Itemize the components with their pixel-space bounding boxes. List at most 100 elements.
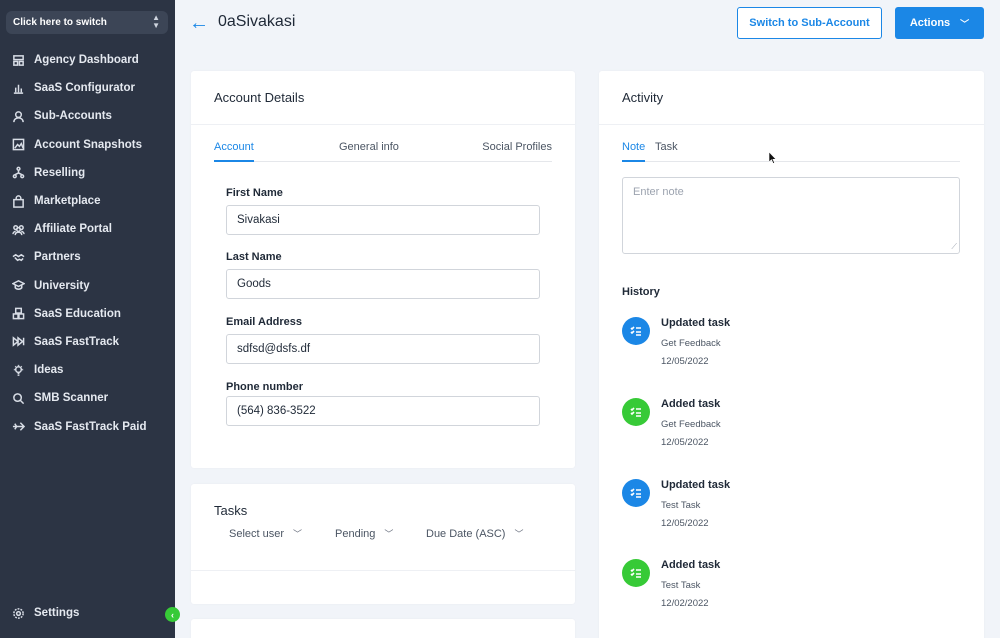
switcher-label: Click here to switch — [13, 17, 107, 28]
network-icon — [11, 165, 26, 180]
chevron-down-icon: ﹀ — [384, 529, 394, 539]
users-icon — [11, 222, 26, 237]
history-item: Added task Get Feedback 12/05/2022 — [622, 398, 922, 458]
activity-tabs: Note Task — [622, 141, 960, 162]
task-list-icon — [622, 398, 650, 426]
image-icon — [11, 137, 26, 152]
task-list-icon — [622, 479, 650, 507]
history-title: Updated task — [661, 479, 731, 491]
tab-task[interactable]: Task — [655, 141, 678, 162]
sidebar-item-account-snapshots[interactable]: Account Snapshots — [0, 131, 175, 159]
history-title: Updated task — [661, 317, 731, 329]
select-user-dropdown[interactable]: Select user ﹀ — [229, 527, 302, 540]
phone-field[interactable]: (564) 836-3522 — [226, 396, 540, 426]
resize-handle-icon[interactable]: ⟋ — [951, 242, 957, 252]
history-subtitle: Get Feedback — [661, 338, 721, 349]
sidebar-item-settings[interactable]: Settings — [0, 599, 175, 627]
history-item: Updated task Get Feedback 12/05/2022 — [622, 317, 922, 377]
chevron-down-icon: ﹀ — [960, 18, 970, 29]
sort-dropdown[interactable]: Due Date (ASC) ﹀ — [426, 527, 524, 540]
task-list-icon — [622, 559, 650, 587]
bag-icon — [11, 194, 26, 209]
activity-title: Activity — [599, 71, 984, 125]
sidebar-item-label: SaaS FastTrack — [34, 335, 120, 348]
history-item: Updated task Test Task 12/05/2022 — [622, 479, 922, 539]
chevron-left-icon: ‹ — [171, 609, 174, 620]
tasks-card: Tasks Select user ﹀ Pending ﹀ Due Date (… — [191, 484, 575, 604]
sidebar-item-agency-dashboard[interactable]: Agency Dashboard — [0, 46, 175, 74]
history-date: 12/05/2022 — [661, 518, 709, 529]
history-title: Added task — [661, 559, 721, 571]
sidebar-item-sub-accounts[interactable]: Sub-Accounts — [0, 102, 175, 130]
filter-label: Select user — [229, 527, 285, 540]
graduation-cap-icon — [11, 278, 26, 293]
sidebar-item-saas-fasttrack-paid[interactable]: SaaS FastTrack Paid — [0, 412, 175, 440]
actions-label: Actions — [909, 17, 951, 29]
account-details-card: Account Details Account General info Soc… — [191, 71, 575, 468]
email-field[interactable]: sdfsd@dsfs.df — [226, 334, 540, 364]
filter-label: Due Date (ASC) — [426, 527, 506, 540]
sidebar-item-label: Affiliate Portal — [34, 223, 112, 236]
sidebar-item-saas-fasttrack[interactable]: SaaS FastTrack — [0, 328, 175, 356]
gear-icon — [11, 606, 26, 621]
sidebar-item-label: Partners — [34, 251, 81, 264]
search-icon — [11, 391, 26, 406]
chevron-down-icon: ﹀ — [293, 529, 303, 539]
settings-section: Settings — [0, 599, 175, 627]
last-name-label: Last Name — [226, 251, 282, 263]
next-card — [191, 619, 575, 638]
sidebar-item-label: University — [34, 279, 90, 292]
history-title: Added task — [661, 398, 721, 410]
cubes-icon — [11, 306, 26, 321]
plane-icon — [11, 419, 26, 434]
first-name-label: First Name — [226, 187, 283, 199]
account-switcher[interactable]: Click here to switch ▲ ▼ — [6, 11, 168, 34]
switch-to-sub-account-button[interactable]: Switch to Sub-Account — [737, 7, 882, 39]
email-label: Email Address — [226, 316, 303, 328]
handshake-icon — [11, 250, 26, 265]
status-dropdown[interactable]: Pending ﹀ — [335, 527, 393, 540]
tasks-title: Tasks — [214, 503, 248, 518]
sidebar-item-smb-scanner[interactable]: SMB Scanner — [0, 384, 175, 412]
sidebar-item-university[interactable]: University — [0, 272, 175, 300]
activity-card: Activity Note Task Enter note ⟋ History … — [599, 71, 984, 638]
task-list-icon — [622, 317, 650, 345]
lightbulb-icon — [11, 363, 26, 378]
history-date: 12/05/2022 — [661, 356, 709, 367]
phone-label: Phone number — [226, 381, 304, 393]
first-name-field[interactable]: Sivakasi — [226, 205, 540, 235]
history-date: 12/05/2022 — [661, 437, 709, 448]
back-arrow-icon[interactable]: ← — [189, 13, 209, 33]
sidebar-item-label: Reselling — [34, 166, 86, 179]
actions-button[interactable]: Actions ﹀ — [895, 7, 984, 39]
last-name-field[interactable]: Goods — [226, 269, 540, 299]
tab-account[interactable]: Account — [214, 141, 254, 162]
tab-general-info[interactable]: General info — [339, 141, 399, 162]
sidebar-item-label: SaaS Education — [34, 307, 121, 320]
sidebar-item-reselling[interactable]: Reselling — [0, 159, 175, 187]
bar-chart-icon — [11, 81, 26, 96]
note-input[interactable]: Enter note ⟋ — [622, 177, 960, 254]
sidebar-item-affiliate-portal[interactable]: Affiliate Portal — [0, 215, 175, 243]
filter-label: Pending — [335, 527, 376, 540]
history-item: Added task Test Task 12/02/2022 — [622, 559, 922, 619]
history-subtitle: Get Feedback — [661, 419, 721, 430]
sidebar-item-partners[interactable]: Partners — [0, 243, 175, 271]
sidebar-nav: Agency Dashboard SaaS Configurator Sub-A… — [0, 46, 175, 441]
sidebar-item-label: SaaS FastTrack Paid — [34, 420, 147, 433]
history-date: 12/02/2022 — [661, 598, 709, 609]
history-label: History — [622, 286, 660, 298]
tab-social-profiles[interactable]: Social Profiles — [482, 141, 552, 162]
tab-note[interactable]: Note — [622, 141, 646, 162]
dashboard-icon — [11, 53, 26, 68]
sidebar-collapse-button[interactable]: ‹ — [165, 607, 180, 622]
sidebar-item-label: SMB Scanner — [34, 392, 109, 405]
sidebar-item-ideas[interactable]: Ideas — [0, 356, 175, 384]
account-details-title: Account Details — [191, 71, 575, 125]
note-placeholder: Enter note — [633, 186, 684, 198]
sidebar-item-saas-configurator[interactable]: SaaS Configurator — [0, 74, 175, 102]
sidebar-item-saas-education[interactable]: SaaS Education — [0, 300, 175, 328]
sidebar-item-marketplace[interactable]: Marketplace — [0, 187, 175, 215]
sidebar-item-label: Account Snapshots — [34, 138, 142, 151]
history-subtitle: Test Task — [661, 580, 701, 591]
